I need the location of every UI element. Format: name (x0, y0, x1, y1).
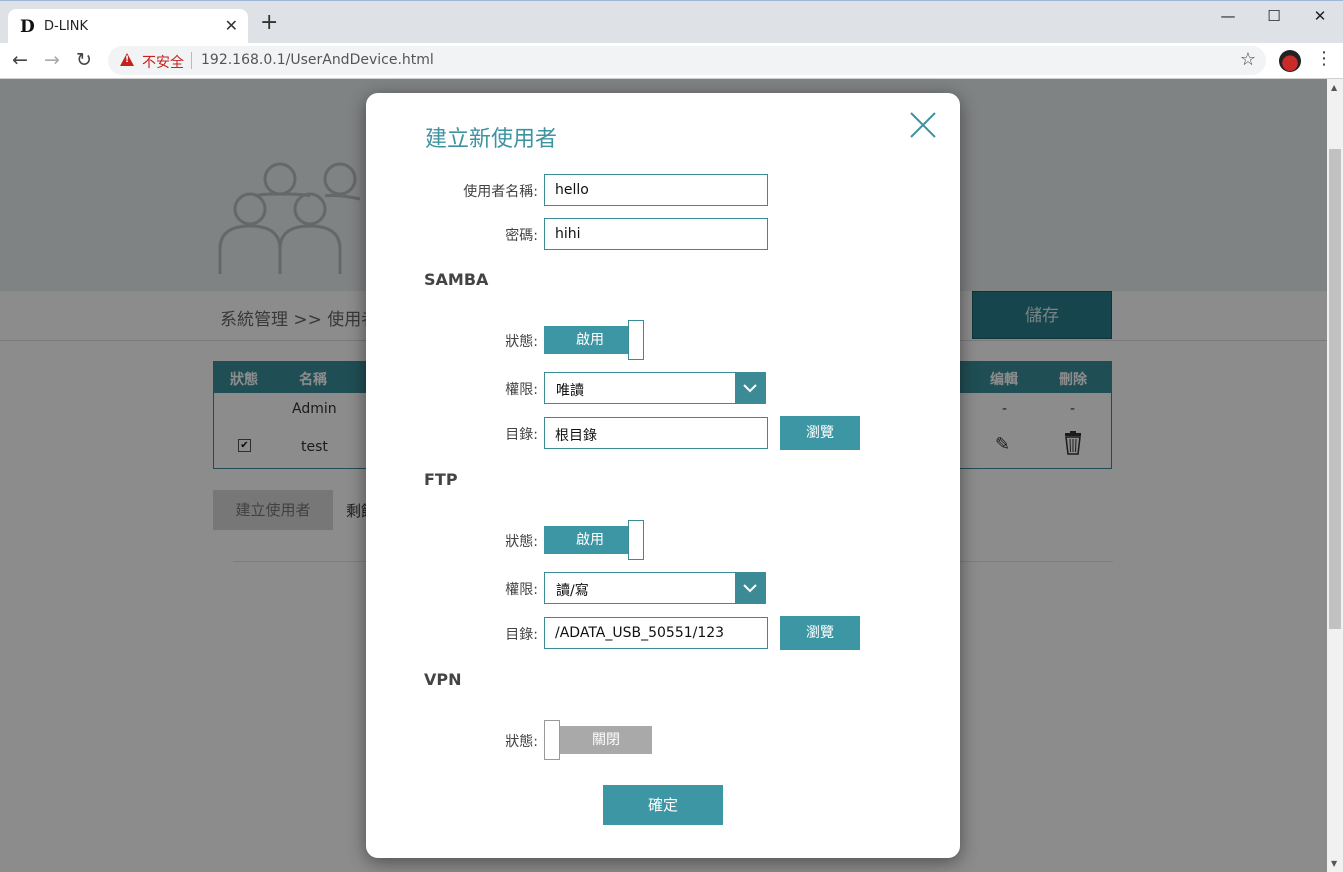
new-tab-icon[interactable]: + (260, 12, 278, 34)
dialog-title: 建立新使用者 (425, 127, 558, 152)
omnibox-divider (191, 52, 192, 69)
insecure-label[interactable]: 不安全 (142, 52, 184, 72)
toggle-knob[interactable] (544, 720, 560, 760)
password-label: 密碼: (505, 228, 538, 244)
create-user-dialog: 建立新使用者 使用者名稱: hello 密碼: hihi SAMBA 狀態: 啟… (366, 93, 960, 858)
ftp-browse-button[interactable]: 瀏覽 (780, 616, 860, 650)
chevron-down-icon[interactable] (735, 373, 765, 403)
select-value: 讀/寫 (556, 583, 589, 599)
ftp-status-label: 狀態: (505, 534, 538, 550)
close-icon[interactable] (907, 109, 939, 141)
menu-kebab-icon[interactable]: ⋮ (1315, 48, 1333, 69)
samba-status-toggle[interactable]: 啟用 (544, 320, 644, 360)
browser-tabstrip: D D-LINK ✕ + — ☐ ✕ (0, 0, 1343, 44)
username-label: 使用者名稱: (463, 184, 538, 200)
window-close-icon[interactable]: ✕ (1310, 7, 1330, 25)
vpn-status-label: 狀態: (505, 734, 538, 750)
reload-icon[interactable]: ↻ (76, 49, 92, 71)
bookmark-star-icon[interactable]: ☆ (1240, 49, 1256, 70)
username-field[interactable]: hello (544, 174, 768, 206)
url-text[interactable]: 192.168.0.1/UserAndDevice.html (201, 52, 434, 68)
chevron-down-icon[interactable] (735, 573, 765, 603)
maximize-icon[interactable]: ☐ (1264, 7, 1284, 25)
samba-directory-field[interactable]: 根目錄 (544, 417, 768, 449)
ftp-heading: FTP (424, 470, 458, 489)
samba-browse-button[interactable]: 瀏覽 (780, 416, 860, 450)
scroll-down-icon[interactable]: ▼ (1331, 859, 1337, 868)
profile-avatar[interactable] (1279, 50, 1301, 72)
ftp-directory-label: 目錄: (505, 627, 538, 643)
ftp-status-toggle[interactable]: 啟用 (544, 520, 644, 560)
warning-icon (120, 53, 134, 66)
toggle-knob[interactable] (628, 520, 644, 560)
ftp-directory-field[interactable]: /ADATA_USB_50551/123 (544, 617, 768, 649)
confirm-button[interactable]: 確定 (603, 785, 723, 825)
password-field[interactable]: hihi (544, 218, 768, 250)
address-bar[interactable]: 不安全 192.168.0.1/UserAndDevice.html ☆ (108, 46, 1266, 75)
vpn-heading: VPN (424, 670, 462, 689)
vpn-status-toggle[interactable]: 關閉 (544, 720, 652, 760)
browser-toolbar: ← → ↻ 不安全 192.168.0.1/UserAndDevice.html… (0, 43, 1343, 79)
samba-permission-select[interactable]: 唯讀 (544, 372, 766, 404)
ftp-permission-select[interactable]: 讀/寫 (544, 572, 766, 604)
select-value: 唯讀 (556, 383, 584, 399)
minimize-icon[interactable]: — (1218, 7, 1238, 25)
scrollbar-thumb[interactable] (1329, 149, 1341, 629)
ftp-permission-label: 權限: (505, 582, 538, 598)
dlink-favicon-icon: D (20, 17, 35, 37)
tab-close-icon[interactable]: ✕ (225, 16, 238, 35)
back-arrow-icon[interactable]: ← (12, 49, 28, 71)
browser-tab[interactable]: D D-LINK ✕ (8, 9, 248, 44)
samba-heading: SAMBA (424, 270, 489, 289)
toggle-knob[interactable] (628, 320, 644, 360)
toggle-track: 關閉 (552, 726, 652, 754)
scroll-up-icon[interactable]: ▲ (1331, 83, 1337, 92)
page-scrollbar[interactable]: ▲ ▼ (1327, 79, 1343, 872)
forward-arrow-icon[interactable]: → (44, 49, 60, 71)
samba-status-label: 狀態: (505, 334, 538, 350)
samba-permission-label: 權限: (505, 382, 538, 398)
samba-directory-label: 目錄: (505, 427, 538, 443)
tab-title: D-LINK (44, 19, 89, 34)
